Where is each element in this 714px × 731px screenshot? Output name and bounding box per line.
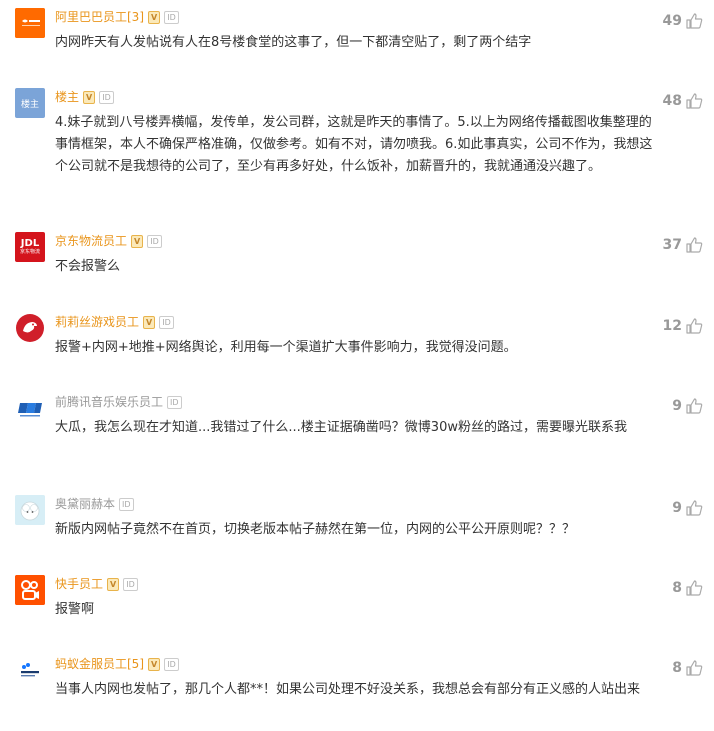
like-count: 49 [662, 13, 682, 29]
like-count: 8 [672, 660, 682, 676]
like-button[interactable]: 8 [672, 579, 703, 597]
comment-text: 报警+内网+地推+网络舆论，利用每一个渠道扩大事件影响力，我觉得没问题。 [55, 340, 517, 355]
like-count: 9 [672, 398, 682, 414]
username[interactable]: 前腾讯音乐娱乐员工 [55, 394, 163, 410]
avatar[interactable]: JDL 京东物流 [15, 232, 45, 262]
verified-badge: V [143, 315, 156, 329]
avatar[interactable] [15, 313, 45, 343]
avatar-label: JDL [20, 238, 40, 249]
like-button[interactable]: 49 [663, 12, 703, 30]
tme-logo-icon [18, 403, 42, 417]
comment-text: 不会报警么 [55, 259, 121, 274]
comment-text: 内网昨天有人发帖说有人在8号楼食堂的这事了，但一下都清空贴了，剩了两个结字 [55, 35, 532, 50]
thumbs-up-icon [686, 398, 703, 414]
avatar[interactable] [15, 655, 45, 685]
like-count: 48 [662, 93, 682, 109]
comment-text: 大瓜，我怎么现在才知道...我错过了什么...楼主证据确凿吗？微博30w粉丝的路… [55, 420, 627, 435]
avatar-sublabel: 京东物流 [19, 249, 40, 255]
avatar[interactable] [15, 575, 45, 605]
thumbs-up-icon [686, 660, 703, 676]
kuaishou-logo-icon [15, 575, 45, 605]
username[interactable]: 阿里巴巴员工[3] [55, 9, 144, 25]
thumbs-up-icon [686, 500, 703, 516]
avatar[interactable] [15, 8, 45, 38]
thumbs-up-icon [686, 580, 703, 596]
comment-text: 4.妹子就到八号楼弄横幅，发传单，发公司群，这就是昨天的事情了。5.以上为网络传… [55, 115, 653, 174]
verified-badge: V [148, 10, 161, 24]
avatar[interactable] [15, 393, 45, 423]
thumbs-up-icon [686, 93, 703, 109]
id-badge: ID [119, 497, 134, 511]
username[interactable]: 京东物流员工 [55, 233, 127, 249]
thumbs-up-icon [686, 237, 703, 253]
thumbs-up-icon [686, 318, 703, 334]
like-button[interactable]: 12 [663, 317, 703, 335]
like-button[interactable]: 9 [672, 397, 703, 415]
verified-badge: V [107, 577, 120, 591]
comment-text: 报警啊 [55, 602, 95, 617]
like-count: 8 [672, 580, 682, 596]
like-count: 9 [672, 500, 682, 516]
alibaba-logo-icon [15, 8, 45, 38]
sheep-avatar-icon [15, 495, 45, 525]
like-button[interactable]: 8 [672, 659, 703, 677]
avatar-label: 楼主 [20, 99, 39, 110]
antgroup-logo-icon [21, 663, 39, 677]
id-badge: ID [164, 10, 179, 24]
comment-text: 新版内网帖子竟然不在首页，切换老版本帖子赫然在第一位，内网的公平公开原则呢？？？ [55, 522, 576, 537]
id-badge: ID [147, 234, 162, 248]
id-badge: ID [159, 315, 174, 329]
verified-badge: V [83, 90, 96, 104]
id-badge: ID [167, 395, 182, 409]
id-badge: ID [164, 657, 179, 671]
id-badge: ID [99, 90, 114, 104]
like-button[interactable]: 9 [672, 499, 703, 517]
id-badge: ID [123, 577, 138, 591]
lilith-logo-icon [16, 314, 44, 342]
verified-badge: V [131, 234, 144, 248]
username[interactable]: 楼主 [55, 89, 79, 105]
username[interactable]: 快手员工 [55, 576, 103, 592]
verified-badge: V [148, 657, 161, 671]
avatar[interactable] [15, 495, 45, 525]
like-button[interactable]: 37 [663, 236, 703, 254]
comment-text: 当事人内网也发帖了，那几个人都**！如果公司处理不好没关系，我想总会有部分有正义… [55, 682, 641, 697]
thumbs-up-icon [686, 13, 703, 29]
like-button[interactable]: 48 [663, 92, 703, 110]
username[interactable]: 莉莉丝游戏员工 [55, 314, 139, 330]
avatar[interactable]: 楼主 [15, 88, 45, 118]
like-count: 12 [662, 318, 682, 334]
username[interactable]: 蚂蚁金服员工[5] [55, 656, 144, 672]
like-count: 37 [662, 237, 682, 253]
username[interactable]: 奥黛丽赫本 [55, 496, 115, 512]
